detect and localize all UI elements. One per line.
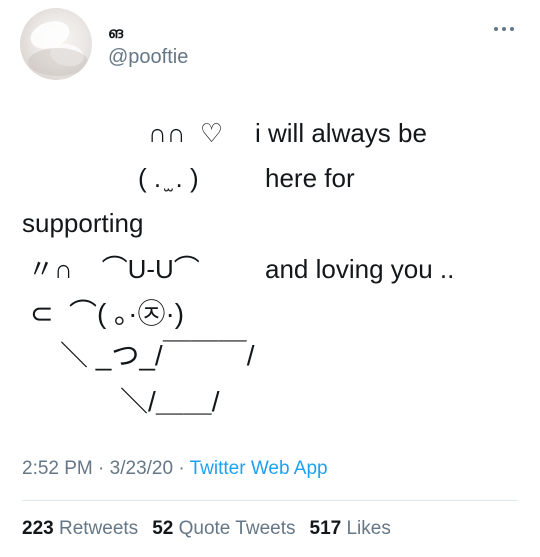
likes-count: 517 <box>309 518 342 539</box>
tweet-text-line: ( . ̫ . ) <box>138 163 199 193</box>
display-name[interactable]: ങ <box>108 24 123 42</box>
quote-tweets-count: 52 <box>152 518 174 539</box>
tweet-stats: 223 Retweets 52 Quote Tweets 517 Likes <box>22 518 391 540</box>
avatar-shade <box>28 48 88 76</box>
tweet-text-line: supporting <box>22 208 144 238</box>
tweet-text-line: ＼ _つ_/￣￣￣/ <box>60 340 255 371</box>
likes-label: Likes <box>346 518 391 539</box>
tweet-text-line: i will always be <box>255 118 427 148</box>
divider <box>22 500 518 501</box>
meta-separator: · <box>92 458 110 479</box>
user-handle[interactable]: @pooftie <box>108 46 188 69</box>
retweets-stat[interactable]: 223 Retweets <box>22 518 138 540</box>
tweet-meta: 2:52 PM · 3/23/20 · Twitter Web App <box>22 458 328 480</box>
avatar[interactable] <box>20 8 92 80</box>
tweet-text-line: ⊂ ⌒( ｡·㉨·) <box>30 298 185 329</box>
more-horizontal-icon[interactable] <box>490 22 518 36</box>
retweets-count: 223 <box>22 518 54 539</box>
tweet-time[interactable]: 2:52 PM <box>22 458 93 479</box>
tweet-text-line: 〃∩ ⌒U-U⌒ <box>28 254 200 284</box>
retweets-label: Retweets <box>58 518 139 539</box>
likes-stat[interactable]: 517 Likes <box>310 518 391 540</box>
tweet-date[interactable]: 3/23/20 <box>110 458 173 479</box>
tweet-text-line: and loving you .. <box>265 254 455 284</box>
tweet-text-line: ＼/＿＿/ <box>120 386 220 417</box>
tweet-source-link[interactable]: Twitter Web App <box>190 458 328 479</box>
quote-tweets-label: Quote Tweets <box>178 518 296 539</box>
tweet-text-line: here for <box>265 163 355 193</box>
quote-tweets-stat[interactable]: 52 Quote Tweets <box>152 518 295 540</box>
meta-separator: · <box>173 458 190 479</box>
tweet-text-line: ∩∩ ♡ <box>148 118 224 148</box>
